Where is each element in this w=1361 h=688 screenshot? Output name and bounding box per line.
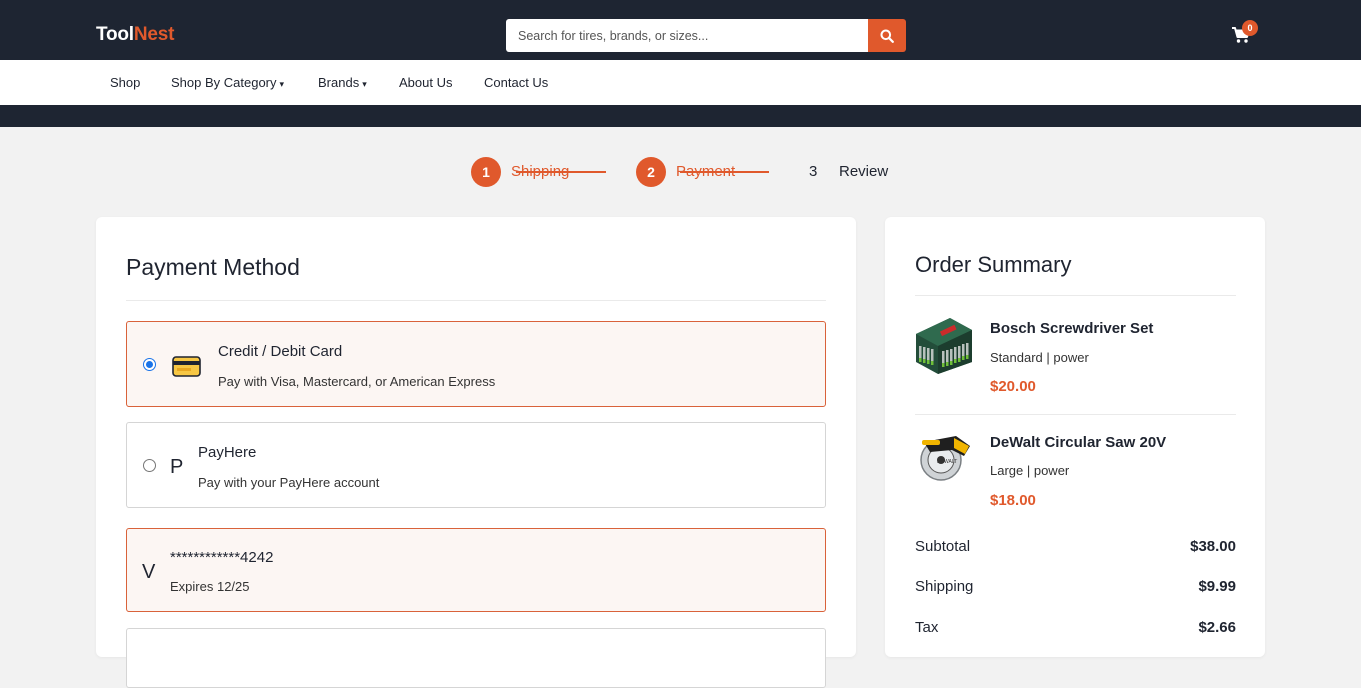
- payment-option-payhere[interactable]: P PayHere Pay with your PayHere account: [126, 422, 826, 508]
- search-button[interactable]: [868, 19, 906, 52]
- credit-card-icon: [172, 356, 201, 377]
- payment-option-card[interactable]: Credit / Debit Card Pay with Visa, Maste…: [126, 321, 826, 407]
- header-band: [0, 105, 1361, 127]
- item-name: DeWalt Circular Saw 20V: [990, 434, 1167, 451]
- search-icon: [880, 29, 894, 43]
- nav-about-us-label: About Us: [399, 75, 453, 90]
- step-1-circle: 1: [471, 157, 501, 187]
- step-2-connector: [680, 171, 769, 173]
- saved-card-expiry: Expires 12/25: [170, 579, 250, 594]
- payhere-option-subtitle: Pay with your PayHere account: [198, 475, 380, 490]
- saved-card-2[interactable]: [126, 628, 826, 688]
- item-price: $18.00: [990, 492, 1036, 509]
- divider: [915, 295, 1236, 296]
- card-option-subtitle: Pay with Visa, Mastercard, or American E…: [218, 374, 496, 389]
- cart-count-badge: 0: [1242, 20, 1258, 36]
- tax-label: Tax: [915, 619, 939, 636]
- item-variant: Large | power: [990, 463, 1070, 478]
- logo[interactable]: ToolNest: [96, 24, 174, 46]
- nav-brands[interactable]: Brands ▾: [318, 75, 367, 90]
- tax-value: $2.66: [1198, 619, 1236, 636]
- nav-contact-us[interactable]: Contact Us: [484, 75, 548, 90]
- divider: [915, 414, 1236, 415]
- card-option-title: Credit / Debit Card: [218, 343, 343, 360]
- saved-card[interactable]: V ************4242 Expires 12/25: [126, 528, 826, 612]
- payhere-option-title: PayHere: [198, 444, 257, 461]
- item-name: Bosch Screwdriver Set: [990, 320, 1154, 337]
- saved-card-brand-letter: V: [142, 561, 156, 583]
- step-3-number: 3: [809, 163, 818, 180]
- nav-shop-label: Shop: [110, 75, 141, 90]
- subtotal-value: $38.00: [1190, 538, 1236, 555]
- circular-saw-image: DEWALT: [920, 436, 970, 481]
- payhere-logo-letter: P: [170, 456, 184, 478]
- chevron-down-icon: ▾: [362, 79, 367, 89]
- step-1-connector: [516, 171, 606, 173]
- divider: [126, 300, 826, 301]
- main-nav: Shop Shop By Category ▾ Brands ▾ About Us …: [0, 60, 1361, 105]
- nav-shop-by-category[interactable]: Shop By Category ▾: [171, 75, 284, 90]
- logo-text-nest: Nest: [133, 24, 175, 45]
- nav-contact-us-label: Contact Us: [484, 75, 549, 90]
- item-price: $20.00: [990, 378, 1036, 395]
- logo-text-tool: Tool: [96, 24, 134, 45]
- step-2-circle: 2: [636, 157, 666, 187]
- order-summary-card: Order Summary Bosch Screwdriver Set Stan…: [885, 217, 1265, 657]
- svg-text:DEWALT: DEWALT: [937, 459, 957, 465]
- order-summary-title: Order Summary: [915, 252, 1072, 277]
- item-variant: Standard | power: [990, 350, 1089, 365]
- top-header: ToolNest 0: [0, 0, 1361, 60]
- nav-about-us[interactable]: About Us: [399, 75, 452, 90]
- payhere-radio[interactable]: [143, 459, 156, 472]
- search-bar: [506, 19, 906, 52]
- cart-button[interactable]: 0: [1231, 20, 1258, 46]
- shipping-label: Shipping: [915, 578, 974, 595]
- screwdriver-set-image: [916, 318, 972, 374]
- search-input[interactable]: [506, 19, 868, 52]
- subtotal-label: Subtotal: [915, 538, 971, 555]
- payment-method-card: Payment Method Credit / Debit Card Pay w…: [96, 217, 856, 688]
- chevron-down-icon: ▾: [279, 79, 285, 89]
- card-radio[interactable]: [143, 358, 156, 371]
- step-3-label: Review: [839, 163, 889, 180]
- shipping-value: $9.99: [1198, 578, 1236, 595]
- nav-shop[interactable]: Shop: [110, 75, 140, 90]
- payment-method-title: Payment Method: [126, 254, 300, 280]
- nav-brands-label: Brands: [318, 75, 360, 90]
- saved-card-number: ************4242: [170, 549, 274, 566]
- nav-shop-by-category-label: Shop By Category: [171, 75, 277, 90]
